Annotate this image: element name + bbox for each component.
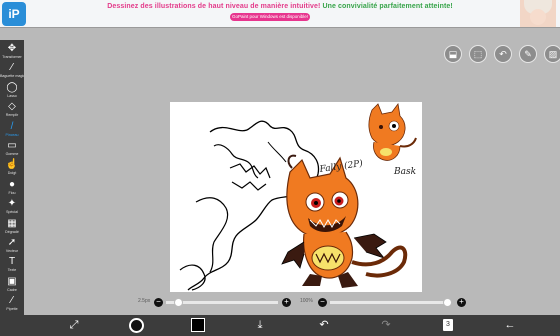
drawing-canvas[interactable]: Fally (2P) Bask: [170, 102, 422, 292]
bottom-toolbar: ⤢ ⤓ ↶ ↷ ←: [0, 315, 560, 336]
tool-magic-wand[interactable]: ⁄Baguette magique: [0, 61, 24, 81]
tool-blur[interactable]: ● Flou: [0, 178, 24, 198]
brush-size-decrease-button[interactable]: −: [154, 298, 163, 307]
brush-size-increase-button[interactable]: +: [282, 298, 291, 307]
ad-headline: Dessinez des illustrations de haut nivea…: [0, 3, 560, 10]
pencil-icon[interactable]: ✎: [519, 45, 537, 63]
tool-eyedropper[interactable]: ⁄ Pipette: [0, 294, 24, 314]
tool-label: Baguette magique: [0, 74, 24, 79]
brush-size-slider-knob[interactable]: [174, 298, 184, 307]
tool-smudge[interactable]: ☝ Doigt: [0, 158, 24, 178]
tool-label: Pinceau: [5, 132, 19, 137]
layer-move-icon[interactable]: ⬓: [444, 45, 462, 63]
tool-label: Spécial: [6, 210, 18, 215]
tool-label: Cadre: [7, 287, 17, 292]
undo-icon[interactable]: ↶: [314, 315, 334, 336]
brush-color-picker[interactable]: [129, 318, 144, 333]
reference-cat-drawing: [368, 103, 417, 161]
eraser-icon: ▭: [7, 140, 17, 151]
opacity-decrease-button[interactable]: −: [318, 298, 327, 307]
tool-fill[interactable]: ◇ Remplir: [0, 100, 24, 120]
tool-special-brush[interactable]: ✦ Spécial: [0, 197, 24, 217]
tool-frame-divider[interactable]: ▣ Cadre: [0, 275, 24, 295]
left-toolbar: ✥Transformer⁄Baguette magique◯Lasso◇Remp…: [0, 40, 24, 315]
tool-label: Gomme: [5, 152, 19, 156]
opacity-label: 100%: [300, 298, 313, 304]
brush-icon: /: [10, 120, 14, 132]
tool-label: Texte: [7, 268, 17, 273]
text-icon: T: [8, 256, 16, 268]
tool-gradient[interactable]: ▦ Dégradé: [0, 217, 24, 237]
ad-character-image: [520, 0, 556, 27]
ad-headline-part1: Dessinez des illustrations de haut nivea…: [107, 3, 321, 10]
tool-label: Doigt: [7, 171, 17, 176]
ad-subline[interactable]: GoPaint pour Windows est disponible!: [230, 13, 310, 21]
tool-brush[interactable]: / Pinceau: [0, 120, 24, 140]
fill-icon: ◇: [8, 101, 16, 113]
opacity-slider[interactable]: [330, 301, 450, 304]
tool-move[interactable]: ✥ Transformer: [0, 42, 24, 62]
gradient-icon: ▦: [7, 217, 17, 229]
ad-headline-part2: Une convivialité parfaitement atteinte!: [322, 3, 453, 10]
tool-lasso[interactable]: ◯ Lasso: [0, 81, 24, 101]
image-icon[interactable]: ▨: [544, 45, 560, 63]
brush-size-label: 2.5px: [138, 298, 151, 304]
tool-label: Transformer: [2, 55, 22, 59]
orange-cat-character: [281, 154, 408, 288]
tool-select[interactable]: ➚ Vecteur: [0, 236, 24, 256]
artwork: Fally (2P) Bask: [179, 103, 417, 291]
tool-label: Flou: [8, 190, 16, 195]
ad-banner[interactable]: iP Dessinez des illustrations de haut ni…: [0, 0, 560, 28]
opacity-slider-knob[interactable]: [443, 298, 452, 307]
tool-label: Pipette: [6, 307, 18, 312]
tool-eraser[interactable]: ▭ Gomme: [0, 139, 24, 159]
crop-rotate-icon[interactable]: ↶: [494, 45, 512, 63]
tool-label: Lasso: [7, 93, 17, 98]
frame-divider-icon: ▣: [7, 275, 17, 287]
color-swatch[interactable]: [191, 318, 205, 332]
tool-label: Dégradé: [5, 229, 19, 234]
special-brush-icon: ✦: [7, 198, 17, 210]
blur-icon: ●: [8, 178, 16, 190]
eyedropper-icon: ⁄: [11, 295, 13, 307]
layer-count-button[interactable]: 3: [443, 319, 453, 331]
selection-icon[interactable]: ⬚: [469, 45, 487, 63]
tool-text[interactable]: T Texte: [0, 255, 24, 275]
move-icon: ✥: [7, 43, 17, 54]
back-arrow-icon[interactable]: ←: [500, 315, 520, 336]
redo-icon[interactable]: ↷: [376, 315, 396, 336]
transform-tool-icon[interactable]: ⤢: [64, 315, 84, 336]
select-icon: ➚: [7, 237, 17, 248]
opacity-increase-button[interactable]: +: [457, 298, 466, 307]
download-icon[interactable]: ⤓: [250, 315, 270, 336]
tool-label: Remplir: [5, 113, 19, 118]
handwritten-side-note: Bask: [393, 167, 416, 177]
smudge-icon: ☝: [5, 159, 19, 171]
magic-wand-icon: ⁄: [11, 62, 13, 74]
tool-label: Vecteur: [5, 249, 19, 253]
lasso-icon: ◯: [6, 81, 18, 93]
